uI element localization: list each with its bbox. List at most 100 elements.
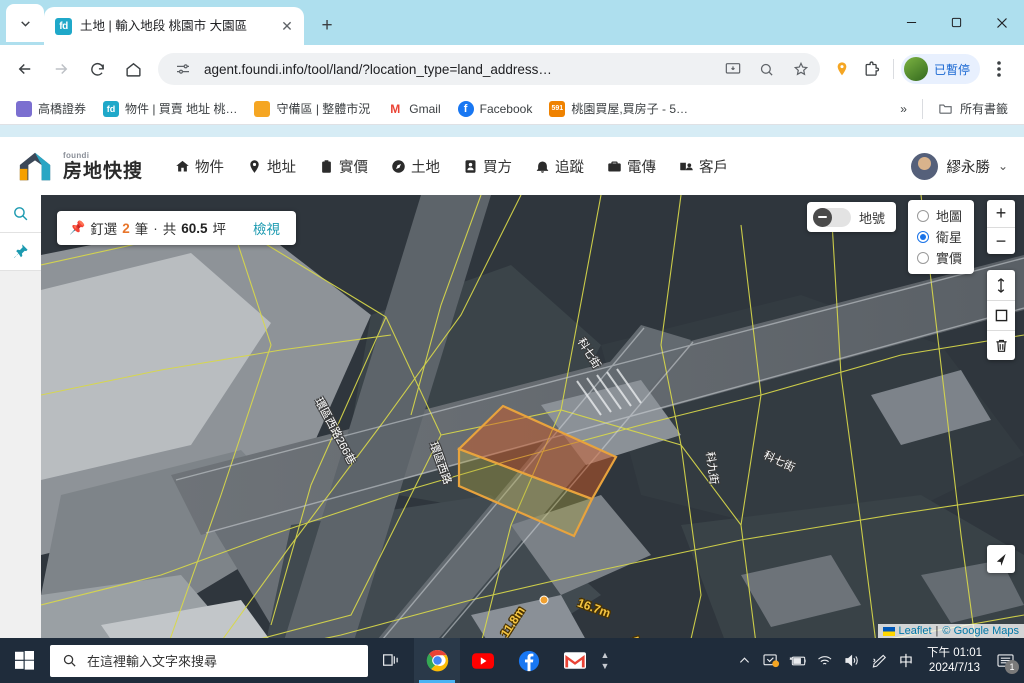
brand-logo[interactable]: foundi 房地快搜	[16, 148, 143, 184]
profile-chip[interactable]: 已暫停	[900, 54, 980, 84]
home-button[interactable]	[116, 52, 150, 86]
bookmark-label: Facebook	[479, 101, 533, 116]
draw-rectangle-tool[interactable]	[987, 300, 1015, 330]
map-section: 11.8m 16.7m 5.6m 16.6m 5.9m 環區西路266巷 環區西…	[0, 195, 1024, 638]
polygon-vertex[interactable]	[539, 595, 549, 605]
show-hidden-icons-button[interactable]	[731, 638, 757, 683]
toggle-switch[interactable]	[812, 207, 851, 227]
all-bookmarks-label: 所有書籤	[959, 102, 1008, 116]
bookmark-item[interactable]: 守備區 | 整體市況	[247, 96, 377, 121]
reload-button[interactable]	[80, 52, 114, 86]
draw-tools	[987, 270, 1015, 360]
bookmark-item[interactable]: 591 桃園買屋,買房子 - 5…	[542, 96, 695, 121]
basemap-option-actual-price[interactable]: 實價	[916, 247, 962, 268]
zoom-out-button[interactable]: −	[987, 227, 1015, 254]
nav-item-land[interactable]: 土地	[381, 150, 450, 183]
bookmark-item[interactable]: M Gmail	[380, 97, 447, 121]
minimize-icon[interactable]	[889, 0, 934, 45]
bookmark-item[interactable]: 高橋證券	[9, 96, 93, 121]
chrome-menu-icon[interactable]	[982, 52, 1016, 86]
youtube-button[interactable]	[460, 638, 506, 683]
install-app-icon[interactable]	[720, 56, 746, 82]
bookmarks-divider	[921, 98, 923, 119]
chevron-down-icon[interactable]: ⌄	[998, 159, 1008, 173]
bookmark-item[interactable]: f Facebook	[451, 97, 540, 121]
basemap-selector: 地圖 衛星 實價	[907, 200, 974, 274]
basemap-option-satellite[interactable]: 衛星	[916, 226, 962, 247]
nav-item-properties[interactable]: 物件	[165, 150, 234, 183]
nav-item-buyer[interactable]: 買方	[453, 150, 522, 183]
taskbar-scroll-chevrons[interactable]: ▲ ▼	[598, 650, 612, 672]
extensions-icon[interactable]	[858, 55, 886, 83]
profile-status: 已暫停	[933, 62, 970, 77]
ukraine-flag-icon	[882, 626, 895, 636]
wifi-icon[interactable]	[812, 638, 838, 683]
new-tab-button[interactable]: +	[312, 11, 342, 41]
attrib-divider: |	[935, 625, 939, 637]
gmail-button[interactable]	[552, 638, 598, 683]
view-link[interactable]: 檢視	[253, 218, 280, 238]
nav-item-customers[interactable]: 客戶	[669, 150, 738, 183]
bookmark-item[interactable]: fd 物件 | 買賣 地址 桃…	[96, 96, 244, 121]
search-icon[interactable]	[0, 195, 41, 233]
locate-me-button[interactable]	[987, 545, 1015, 573]
maximize-icon[interactable]	[934, 0, 979, 45]
taskbar-search[interactable]: 在這裡輸入文字來搜尋	[50, 644, 368, 677]
clipboard-icon	[322, 159, 331, 173]
basemap-option-map[interactable]: 地圖	[916, 205, 962, 226]
all-bookmarks-button[interactable]: 所有書籤	[931, 96, 1015, 121]
bookmark-label: 物件 | 買賣 地址 桃…	[125, 102, 238, 116]
facebook-button[interactable]	[506, 638, 552, 683]
facebook-icon	[518, 650, 540, 671]
browser-tab[interactable]: fd 土地 | 輸入地段 桃園市 大園區 ✕	[44, 7, 304, 45]
close-window-icon[interactable]	[979, 0, 1024, 45]
delete-tool[interactable]	[987, 330, 1015, 360]
pin-icon[interactable]	[0, 233, 41, 271]
pen-input-icon[interactable]	[866, 638, 892, 683]
basemap-label: 實價	[935, 251, 962, 266]
clock[interactable]: 下午 01:01 2024/7/13	[920, 646, 989, 676]
person-badge-icon	[465, 159, 476, 173]
back-button[interactable]	[8, 52, 42, 86]
measure-distance-tool[interactable]	[987, 270, 1015, 300]
zoom-icon[interactable]	[754, 56, 780, 82]
pin-icon: 📌	[69, 220, 86, 235]
url-text: agent.foundi.info/tool/land/?location_ty…	[204, 61, 552, 77]
forward-button[interactable]	[44, 52, 78, 86]
location-permission-icon[interactable]	[828, 55, 856, 83]
user-menu[interactable]: 繆永勝 ⌄	[911, 152, 1008, 180]
zoom-in-button[interactable]: +	[987, 200, 1015, 227]
bookmark-label: Gmail	[409, 101, 441, 116]
volume-icon[interactable]	[839, 638, 865, 683]
leaflet-link[interactable]: Leaflet	[899, 625, 932, 637]
bookmarks-overflow-button[interactable]: »	[893, 98, 914, 120]
site-settings-icon[interactable]	[170, 56, 196, 82]
battery-icon[interactable]	[785, 638, 811, 683]
591-icon: 591	[549, 100, 566, 117]
onedrive-sync-icon[interactable]	[758, 638, 784, 683]
nav-label: 電傳	[627, 159, 657, 176]
parcel-number-toggle[interactable]: 地號	[806, 202, 896, 232]
radio-icon	[916, 251, 929, 264]
nav-item-transmit[interactable]: 電傳	[597, 150, 666, 183]
navigation-arrow-icon	[996, 553, 1006, 566]
nav-item-address[interactable]: 地址	[237, 150, 306, 183]
close-icon[interactable]: ✕	[278, 17, 296, 35]
provider-link[interactable]: © Google Maps	[942, 625, 1019, 637]
start-button[interactable]	[0, 638, 48, 683]
bookmark-star-icon[interactable]	[788, 56, 814, 82]
map-canvas[interactable]: 11.8m 16.7m 5.6m 16.6m 5.9m 環區西路266巷 環區西…	[41, 195, 1024, 638]
chrome-button[interactable]	[414, 638, 460, 683]
pill-unit: 筆	[134, 222, 149, 237]
nav-item-follow[interactable]: 追蹤	[525, 150, 594, 183]
gmail-icon	[564, 652, 586, 669]
task-view-button[interactable]	[368, 638, 414, 683]
nav-item-actual-price[interactable]: 實價	[309, 150, 378, 183]
briefcase-icon	[608, 161, 621, 171]
user-name: 繆永勝	[946, 159, 990, 176]
address-bar[interactable]: agent.foundi.info/tool/land/?location_ty…	[158, 53, 820, 85]
tab-search-button[interactable]	[6, 4, 44, 42]
notification-center-button[interactable]: 1	[990, 638, 1020, 683]
bell-icon	[536, 161, 549, 173]
ime-indicator[interactable]: 中	[893, 651, 919, 671]
